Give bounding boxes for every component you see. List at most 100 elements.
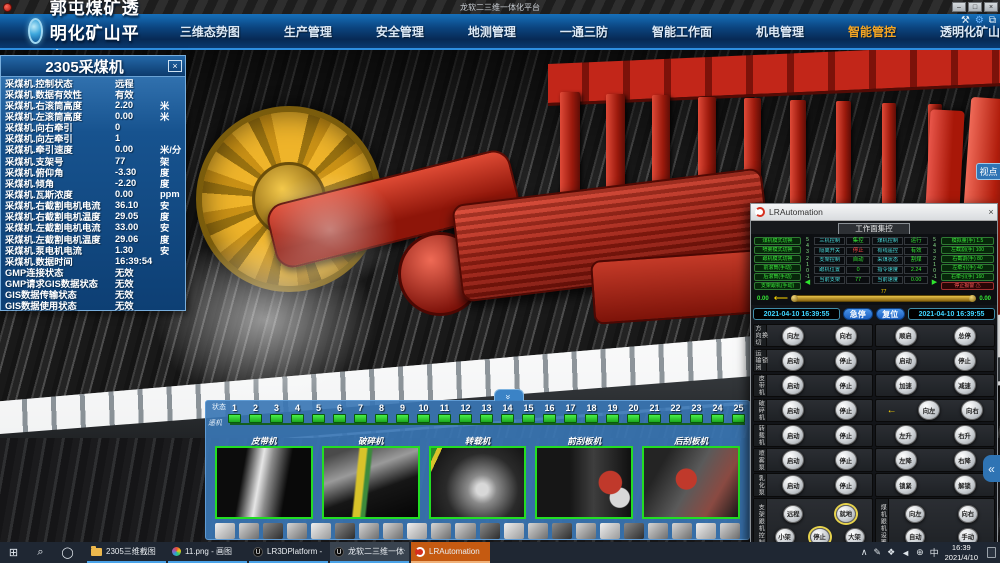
- taskbar-item-3[interactable]: ULR3DPlatform - U...: [249, 542, 328, 563]
- filmstrip-thumb[interactable]: [528, 523, 548, 539]
- filmstrip-thumb[interactable]: [455, 523, 475, 539]
- shearer-panel-close-icon[interactable]: ×: [168, 60, 182, 72]
- lr-round-button[interactable]: 向左: [918, 400, 940, 420]
- camera-feed[interactable]: [322, 446, 420, 519]
- taskview-icon[interactable]: ◯: [54, 546, 81, 559]
- filmstrip-thumb[interactable]: [624, 523, 644, 539]
- lr-round-button[interactable]: 启动: [782, 475, 804, 495]
- lr-round-button[interactable]: 停止: [835, 400, 857, 420]
- lr-tab-facecontrol[interactable]: 工作面集控: [838, 223, 910, 234]
- lr-round-button[interactable]: 向右: [958, 505, 978, 523]
- lr-round-button[interactable]: 停止: [835, 375, 857, 395]
- nav-item-1[interactable]: 三维态势图: [180, 23, 240, 40]
- camera-feed[interactable]: [642, 446, 740, 519]
- filmstrip-thumb[interactable]: [504, 523, 524, 539]
- lr-mode-button-left-4[interactable]: 前滚筒(手动): [754, 264, 801, 272]
- nav-item-3[interactable]: 安全管理: [376, 23, 424, 40]
- lr-round-button[interactable]: 启动: [895, 351, 917, 371]
- lr-round-button[interactable]: 停止: [835, 425, 857, 445]
- filmstrip-thumb[interactable]: [311, 523, 331, 539]
- filmstrip-thumb[interactable]: [480, 523, 500, 539]
- nav-item-5[interactable]: 一通三防: [560, 23, 608, 40]
- filmstrip-thumb[interactable]: [696, 523, 716, 539]
- nav-item-6[interactable]: 智能工作面: [652, 23, 712, 40]
- lr-round-button[interactable]: 就地: [836, 505, 856, 523]
- filmstrip-thumb[interactable]: [287, 523, 307, 539]
- lr-mode-button-left-6[interactable]: 支架跟机(手动): [754, 282, 801, 290]
- lr-round-button[interactable]: 远程: [783, 505, 803, 523]
- lr-round-button[interactable]: 左升: [895, 425, 917, 445]
- filmstrip-thumb[interactable]: [263, 523, 283, 539]
- taskbar-item-1[interactable]: 2305三维截图: [87, 542, 166, 563]
- lr-round-button[interactable]: 减速: [954, 375, 976, 395]
- camera-feed[interactable]: [215, 446, 313, 519]
- tray-chevron-icon[interactable]: ∧: [861, 547, 868, 558]
- lr-mode-button-right-3[interactable]: 右截割(手) 80: [941, 255, 994, 263]
- restore-icon[interactable]: ⧉: [989, 15, 996, 26]
- tools-icon[interactable]: ⚒: [961, 15, 970, 26]
- lr-round-button[interactable]: 顺启: [895, 326, 917, 346]
- speaker-icon[interactable]: ◄: [901, 548, 910, 558]
- lr-round-button[interactable]: 启动: [782, 351, 804, 371]
- minimize-button[interactable]: –: [952, 2, 966, 12]
- taskbar-item-4[interactable]: U龙软二三维一体化...: [330, 542, 409, 563]
- search-icon[interactable]: ⌕: [27, 546, 54, 559]
- close-button[interactable]: ×: [984, 2, 998, 12]
- pen-icon[interactable]: ✎: [874, 547, 882, 558]
- lr-titlebar[interactable]: LRAutomation ×: [751, 204, 997, 221]
- filmstrip-thumb[interactable]: [359, 523, 379, 539]
- lr-round-button[interactable]: 右升: [954, 425, 976, 445]
- lr-round-button[interactable]: 右降: [954, 450, 976, 470]
- reset-button[interactable]: 复位: [876, 308, 906, 320]
- nav-item-7[interactable]: 机电管理: [756, 23, 804, 40]
- collapse-panel-tab[interactable]: «: [983, 455, 1000, 482]
- start-button[interactable]: ⊞: [0, 546, 27, 559]
- lr-mode-button-left-5[interactable]: 后滚筒(手动): [754, 273, 801, 281]
- filmstrip-thumb[interactable]: [215, 523, 235, 539]
- lr-round-button[interactable]: 向右: [835, 326, 857, 346]
- lr-round-button[interactable]: 启动: [782, 450, 804, 470]
- viewpoint-tab[interactable]: 视点: [976, 163, 1000, 180]
- nav-item-4[interactable]: 地测管理: [468, 23, 516, 40]
- camera-feed[interactable]: [429, 446, 527, 519]
- lr-round-button[interactable]: 总停: [954, 326, 976, 346]
- filmstrip-thumb[interactable]: [407, 523, 427, 539]
- lr-round-button[interactable]: 停止: [835, 351, 857, 371]
- filmstrip-thumb[interactable]: [383, 523, 403, 539]
- maximize-button[interactable]: □: [968, 2, 982, 12]
- nav-item-2[interactable]: 生产管理: [284, 23, 332, 40]
- lr-mode-button-right-5[interactable]: 右牵引(手) 160: [941, 273, 994, 281]
- lr-mode-button-right-2[interactable]: 左截割(手) 100: [941, 246, 994, 254]
- notification-center-icon[interactable]: [987, 547, 996, 558]
- lr-round-button[interactable]: 启动: [782, 375, 804, 395]
- nav-item-8[interactable]: 智能管控: [848, 23, 896, 40]
- lr-round-button[interactable]: 启动: [782, 425, 804, 445]
- lr-close-icon[interactable]: ×: [985, 207, 997, 217]
- lr-round-button[interactable]: 向左: [905, 505, 925, 523]
- camera-feed[interactable]: [535, 446, 633, 519]
- lr-round-button[interactable]: 停止: [835, 450, 857, 470]
- lr-mode-button-left-1[interactable]: 煤机模式切换: [754, 237, 801, 245]
- filmstrip-thumb[interactable]: [552, 523, 572, 539]
- estop-button[interactable]: 急停: [843, 308, 873, 320]
- lr-round-button[interactable]: 停止: [835, 475, 857, 495]
- lr-stop-alarm-button[interactable]: 停止报警 ⚠: [941, 282, 994, 290]
- lr-round-button[interactable]: 左降: [895, 450, 917, 470]
- filmstrip-thumb[interactable]: [335, 523, 355, 539]
- lr-round-button[interactable]: 解锁: [954, 475, 976, 495]
- lr-round-button[interactable]: 向左: [782, 326, 804, 346]
- network-icon[interactable]: ⊕: [916, 547, 924, 558]
- filmstrip-thumb[interactable]: [239, 523, 259, 539]
- filmstrip-thumb[interactable]: [648, 523, 668, 539]
- lr-round-button[interactable]: 锁紧: [895, 475, 917, 495]
- lr-round-button[interactable]: 启动: [782, 400, 804, 420]
- lr-mode-button-left-2[interactable]: 喷雾模式切换: [754, 246, 801, 254]
- lr-mode-button-right-4[interactable]: 左牵引(手) 40: [941, 264, 994, 272]
- lr-mode-button-left-3[interactable]: 跟机模式切换: [754, 255, 801, 263]
- filmstrip-thumb[interactable]: [576, 523, 596, 539]
- lr-mode-button-right-1[interactable]: 模拟量(手) 1.5: [941, 237, 994, 245]
- filmstrip-thumb[interactable]: [431, 523, 451, 539]
- lr-round-button[interactable]: 停止: [954, 351, 976, 371]
- filmstrip-thumb[interactable]: [600, 523, 620, 539]
- shield-icon[interactable]: ❖: [887, 547, 895, 558]
